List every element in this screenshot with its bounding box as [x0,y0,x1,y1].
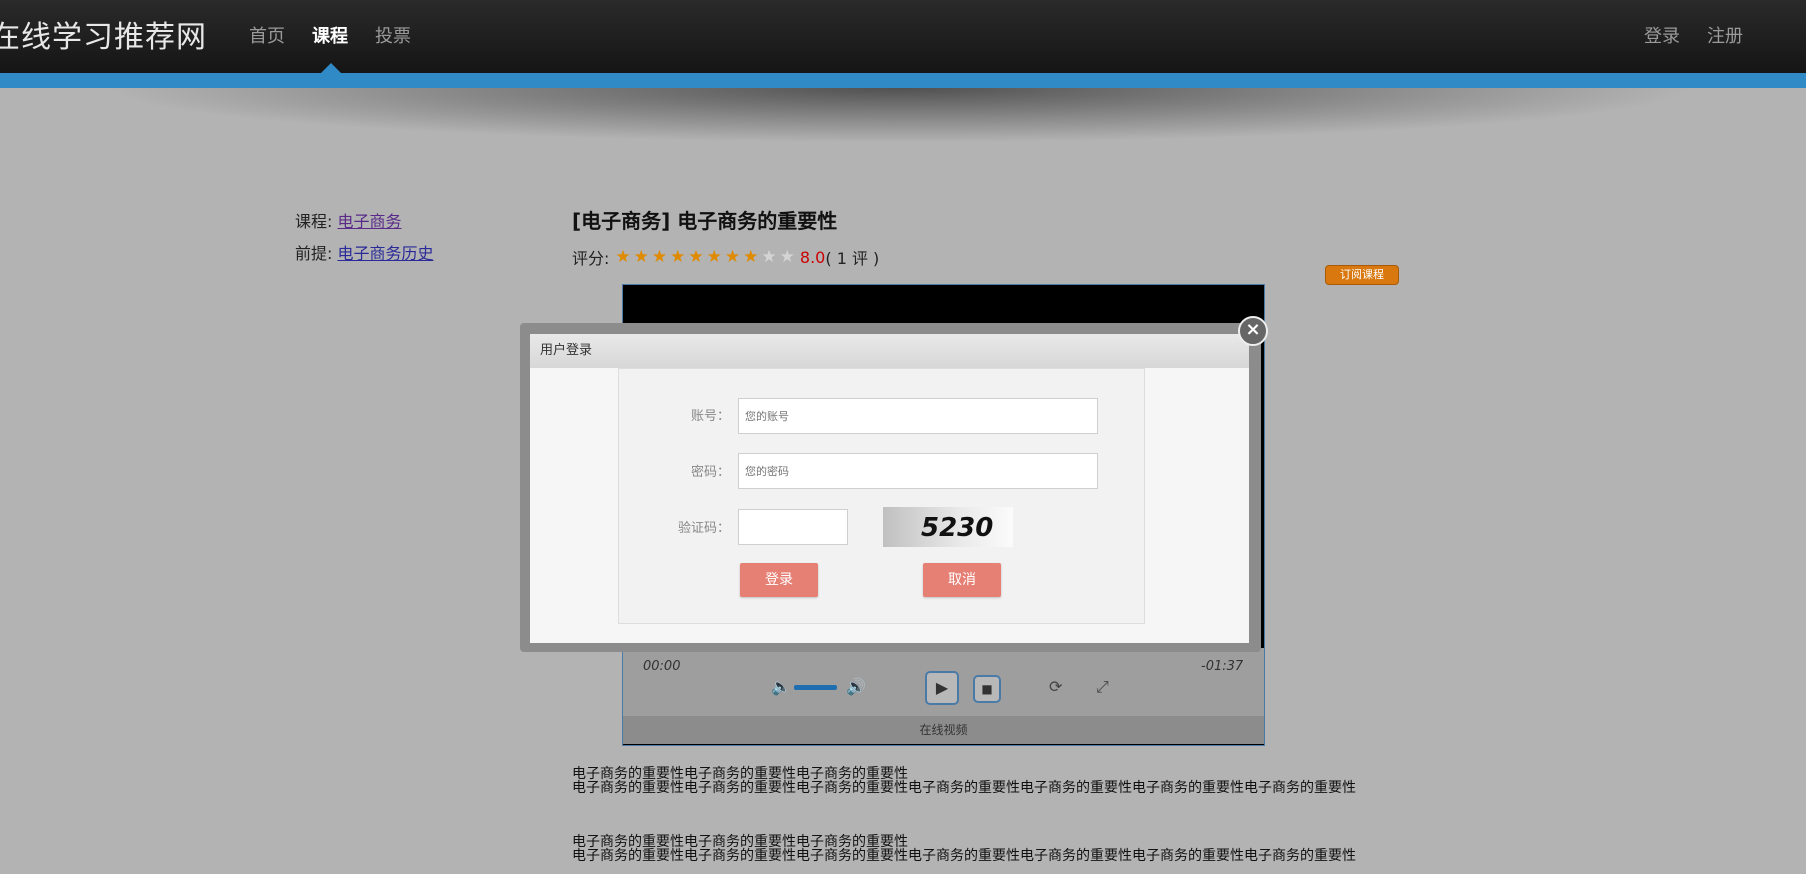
fullscreen-icon[interactable]: ⤢ [1096,677,1109,697]
modal-header: 用户登录 [530,334,1249,368]
course-info: 课程: 电子商务 [295,208,402,232]
mute-icon[interactable]: 🔈 [771,677,791,696]
star-empty-icon[interactable]: ★ [761,247,776,267]
star-empty-icon[interactable]: ★ [780,247,795,267]
cancel-button[interactable]: 取消 [923,563,1001,597]
volume-up-icon[interactable]: 🔊 [846,677,866,696]
accent-stripe [0,73,1806,88]
header-shadow [100,88,1700,143]
volume-slider[interactable] [794,685,837,690]
close-modal-button[interactable]: × [1238,316,1268,346]
description-line: 电子商务的重要性电子商务的重要性电子商务的重要性 [572,766,908,782]
star-filled-icon[interactable]: ★ [670,247,685,267]
login-link[interactable]: 登录 [1644,22,1680,48]
play-button[interactable]: ▶ [925,671,959,705]
rating-row: 评分: ★ ★ ★ ★ ★ ★ ★ ★ ★ ★ 8.0 ( 1 评 ) [572,245,879,269]
close-icon: × [1245,319,1261,340]
captcha-input[interactable] [738,509,848,545]
star-filled-icon[interactable]: ★ [707,247,722,267]
video-caption: 在线视频 [623,716,1264,744]
star-filled-icon[interactable]: ★ [743,247,758,267]
login-submit-button[interactable]: 登录 [740,563,818,597]
rating-stars[interactable]: ★ ★ ★ ★ ★ ★ ★ ★ ★ ★ [615,247,798,267]
active-nav-indicator [321,63,341,73]
stop-icon: ■ [981,682,993,696]
rating-score: 8.0 [799,247,826,267]
account-input[interactable] [738,398,1098,434]
site-logo[interactable]: 在线学习推荐网 [0,12,207,56]
top-navbar: 在线学习推荐网 首页 课程 投票 登录 注册 [0,0,1806,88]
current-time: 00:00 [643,659,681,674]
course-label: 课程: [295,212,333,231]
review-count: ( 1 评 ) [825,249,880,268]
nav-home[interactable]: 首页 [249,22,285,48]
description-line: 电子商务的重要性电子商务的重要性电子商务的重要性电子商务的重要性电子商务的重要性… [572,780,1356,796]
remaining-time: -01:37 [1201,659,1244,674]
nav-vote[interactable]: 投票 [375,22,411,48]
description-block-1: 电子商务的重要性电子商务的重要性电子商务的重要性 电子商务的重要性电子商务的重要… [572,767,1402,795]
register-link[interactable]: 注册 [1707,22,1743,48]
modal-title: 用户登录 [540,343,593,358]
course-link[interactable]: 电子商务 [338,212,402,231]
star-filled-icon[interactable]: ★ [652,247,667,267]
password-label: 密码： [690,465,730,480]
description-block-2: 电子商务的重要性电子商务的重要性电子商务的重要性 电子商务的重要性电子商务的重要… [572,835,1402,863]
description-line: 电子商务的重要性电子商务的重要性电子商务的重要性电子商务的重要性电子商务的重要性… [572,848,1356,864]
star-filled-icon[interactable]: ★ [688,247,703,267]
stop-button[interactable]: ■ [973,675,1001,703]
prereq-label: 前提: [295,244,333,263]
captcha-label: 验证码： [677,521,730,536]
password-input[interactable] [738,453,1098,489]
account-label: 账号： [690,409,730,424]
rating-label: 评分: [572,249,610,268]
prereq-link[interactable]: 电子商务历史 [338,244,434,263]
star-filled-icon[interactable]: ★ [725,247,740,267]
prereq-info: 前提: 电子商务历史 [295,240,434,264]
repeat-icon[interactable]: ⟳ [1049,677,1062,696]
subscribe-button[interactable]: 订阅课程 [1325,265,1399,285]
lesson-title: [电子商务] 电子商务的重要性 [572,209,838,233]
play-icon: ▶ [935,678,949,697]
nav-courses[interactable]: 课程 [312,22,348,48]
star-filled-icon[interactable]: ★ [634,247,649,267]
star-filled-icon[interactable]: ★ [615,247,630,267]
captcha-image[interactable]: 5230 [883,507,1013,547]
description-line: 电子商务的重要性电子商务的重要性电子商务的重要性 [572,834,908,850]
